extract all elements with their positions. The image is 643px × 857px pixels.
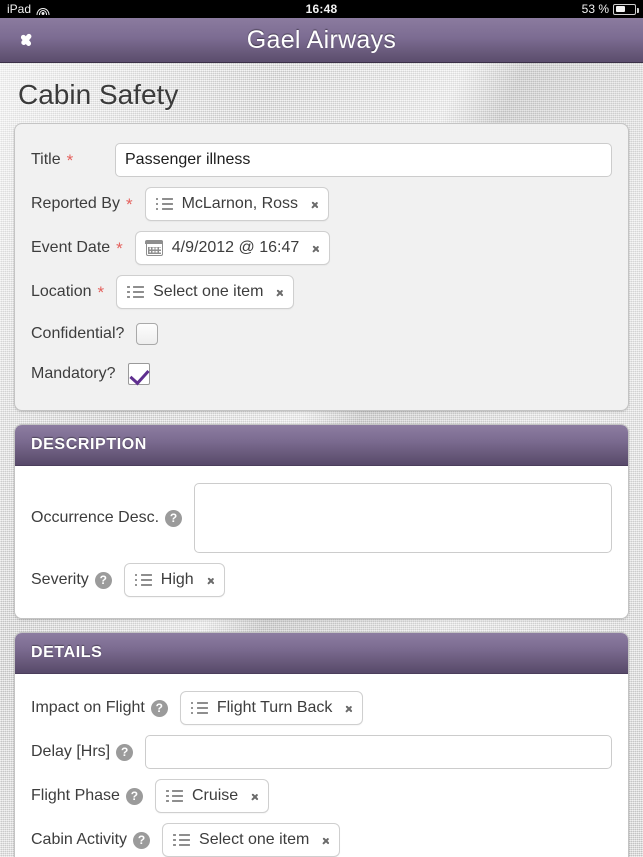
- impact-on-flight-value: Flight Turn Back: [216, 699, 333, 716]
- flight-phase-picker[interactable]: Cruise: [154, 779, 270, 813]
- event-date-label: Event Date *: [31, 239, 123, 257]
- title-label-text: Title: [31, 151, 61, 168]
- required-asterisk: *: [97, 282, 105, 302]
- row-severity: Severity ? High: [31, 558, 612, 602]
- required-asterisk: *: [125, 194, 133, 214]
- status-bar-clock: 16:48: [305, 2, 338, 16]
- row-impact-on-flight: Impact on Flight ? Flight Turn Back: [31, 686, 612, 730]
- delay-hrs-input[interactable]: [145, 735, 612, 769]
- event-date-picker[interactable]: 4/9/2012 @ 16:47: [134, 231, 331, 265]
- location-label-text: Location: [31, 283, 92, 300]
- row-confidential: Confidential?: [31, 314, 612, 354]
- help-icon[interactable]: ?: [133, 831, 151, 849]
- details-card-body: Impact on Flight ? Flight Turn Back Dela…: [15, 674, 628, 857]
- occurrence-desc-label: Occurrence Desc. ?: [31, 509, 183, 527]
- row-reported-by: Reported By * McLarnon, Ross: [31, 182, 612, 226]
- description-section-header: DESCRIPTION: [15, 425, 628, 466]
- help-icon[interactable]: ?: [94, 571, 112, 589]
- row-title: Title * Passenger illness: [31, 138, 612, 182]
- delay-hrs-label: Delay [Hrs] ?: [31, 743, 134, 761]
- chevron-right-icon: [207, 574, 214, 586]
- chevron-right-icon: [251, 790, 258, 802]
- required-asterisk: *: [66, 150, 74, 170]
- reported-by-label-text: Reported By: [31, 195, 120, 212]
- back-button[interactable]: [0, 18, 52, 63]
- mandatory-checkbox[interactable]: [127, 363, 150, 385]
- chevron-right-icon: [311, 198, 318, 210]
- reported-by-value: McLarnon, Ross: [181, 195, 299, 212]
- impact-on-flight-label-text: Impact on Flight: [31, 699, 145, 716]
- required-asterisk: *: [116, 238, 123, 258]
- confidential-checkbox[interactable]: [136, 323, 159, 345]
- chevron-right-icon: [276, 286, 283, 298]
- row-mandatory: Mandatory?: [31, 354, 612, 394]
- event-date-value: 4/9/2012 @ 16:47: [171, 239, 300, 256]
- reported-by-picker[interactable]: McLarnon, Ross: [144, 187, 330, 221]
- battery-icon: [613, 3, 639, 15]
- battery-percent-label: 53 %: [581, 2, 609, 16]
- page-title: Cabin Safety: [18, 79, 179, 110]
- title-label: Title *: [31, 151, 103, 169]
- severity-value: High: [160, 571, 194, 588]
- help-icon[interactable]: ?: [125, 787, 143, 805]
- row-delay-hrs: Delay [Hrs] ?: [31, 730, 612, 774]
- list-icon: [165, 789, 183, 803]
- cabin-activity-label-text: Cabin Activity: [31, 831, 128, 848]
- impact-on-flight-picker[interactable]: Flight Turn Back: [179, 691, 364, 725]
- location-label: Location *: [31, 283, 104, 301]
- status-bar-right: 53 %: [581, 2, 639, 16]
- impact-on-flight-label: Impact on Flight ?: [31, 699, 168, 717]
- cabin-activity-picker[interactable]: Select one item: [162, 823, 341, 857]
- help-icon[interactable]: ?: [165, 509, 183, 527]
- list-icon: [173, 833, 191, 847]
- row-flight-phase: Flight Phase ? Cruise: [31, 774, 612, 818]
- flight-phase-label: Flight Phase ?: [31, 787, 143, 805]
- navigation-bar: Gael Airways: [0, 18, 643, 63]
- title-input[interactable]: Passenger illness: [115, 143, 612, 177]
- row-event-date: Event Date * 4/9/2012 @ 16:47: [31, 226, 612, 270]
- list-icon: [155, 197, 173, 211]
- chevron-left-icon: [20, 29, 33, 51]
- cabin-activity-label: Cabin Activity ?: [31, 831, 151, 849]
- list-icon: [127, 285, 145, 299]
- flight-phase-label-text: Flight Phase: [31, 787, 120, 804]
- help-icon[interactable]: ?: [150, 699, 168, 717]
- flight-phase-value: Cruise: [191, 787, 239, 804]
- severity-label: Severity ?: [31, 571, 112, 589]
- description-card: DESCRIPTION Occurrence Desc. ? Severity …: [14, 424, 629, 619]
- list-icon: [190, 701, 208, 715]
- event-date-label-text: Event Date: [31, 239, 111, 256]
- occurrence-desc-textarea[interactable]: [194, 483, 612, 553]
- list-icon: [134, 573, 152, 587]
- severity-picker[interactable]: High: [123, 563, 225, 597]
- delay-hrs-label-text: Delay [Hrs]: [31, 743, 111, 760]
- description-card-body: Occurrence Desc. ? Severity ? High: [15, 466, 628, 618]
- confidential-label: Confidential?: [31, 325, 125, 342]
- cabin-activity-value: Select one item: [199, 831, 310, 848]
- calendar-icon: [145, 239, 164, 256]
- location-value: Select one item: [153, 283, 264, 300]
- details-card: DETAILS Impact on Flight ? Flight Turn B…: [14, 632, 629, 857]
- status-bar: iPad 16:48 53 %: [0, 0, 643, 18]
- reported-by-label: Reported By *: [31, 195, 133, 213]
- row-cabin-activity: Cabin Activity ? Select one item: [31, 818, 612, 857]
- main-info-card: Title * Passenger illness Reported By * …: [14, 123, 629, 411]
- chevron-right-icon: [322, 834, 329, 846]
- details-section-header: DETAILS: [15, 633, 628, 674]
- row-occurrence-desc: Occurrence Desc. ?: [31, 478, 612, 558]
- form-scroll-area[interactable]: Cabin Safety Title * Passenger illness R…: [0, 63, 643, 857]
- chevron-right-icon: [312, 242, 319, 254]
- row-location: Location * Select one item: [31, 270, 612, 314]
- occurrence-desc-label-text: Occurrence Desc.: [31, 509, 160, 526]
- help-icon[interactable]: ?: [116, 743, 134, 761]
- mandatory-label: Mandatory?: [31, 365, 116, 382]
- app-title: Gael Airways: [246, 25, 397, 54]
- chevron-right-icon: [345, 702, 352, 714]
- severity-label-text: Severity: [31, 571, 89, 588]
- location-picker[interactable]: Select one item: [116, 275, 295, 309]
